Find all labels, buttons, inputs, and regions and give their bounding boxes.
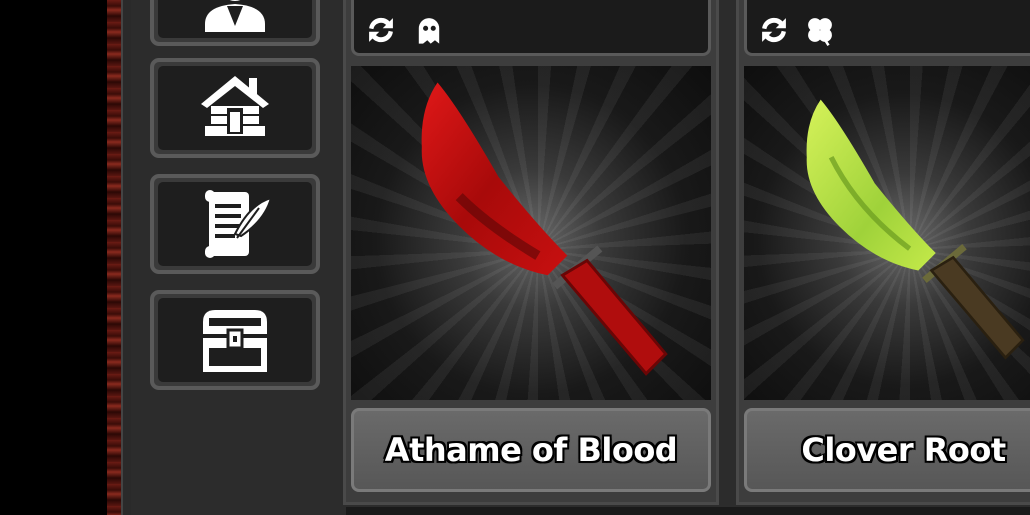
bottom-edge <box>346 507 1030 515</box>
profile-icon <box>205 0 265 32</box>
item-name-bar[interactable]: Athame of Blood <box>351 408 711 492</box>
trade-icon[interactable] <box>757 13 791 47</box>
item-card-athame-of-blood[interactable]: Athame of Blood <box>343 0 719 505</box>
item-image <box>351 66 711 400</box>
ghost-icon <box>418 18 440 44</box>
item-name: Clover Root <box>801 431 1006 469</box>
trade-icon[interactable] <box>364 13 398 47</box>
scroll-quill-icon <box>205 190 273 258</box>
clover-icon <box>808 18 832 46</box>
chest-icon <box>203 310 267 372</box>
clover-root-knife <box>806 99 1025 360</box>
card-header: 2 <box>744 0 1030 56</box>
item-card-clover-root[interactable]: 2 Clover Root <box>736 0 1030 505</box>
item-name-bar[interactable]: Clover Root <box>744 408 1030 492</box>
sidebar-button-quests[interactable] <box>150 174 320 274</box>
card-header <box>351 0 711 56</box>
sidebar-button-profile[interactable] <box>150 0 320 46</box>
sidebar-button-house[interactable] <box>150 58 320 158</box>
athame-of-blood-knife <box>421 82 668 376</box>
wood-border <box>107 0 121 515</box>
house-icon <box>201 76 269 136</box>
item-image <box>744 66 1030 400</box>
sidebar-button-inventory[interactable] <box>150 290 320 390</box>
item-name: Athame of Blood <box>384 431 678 469</box>
